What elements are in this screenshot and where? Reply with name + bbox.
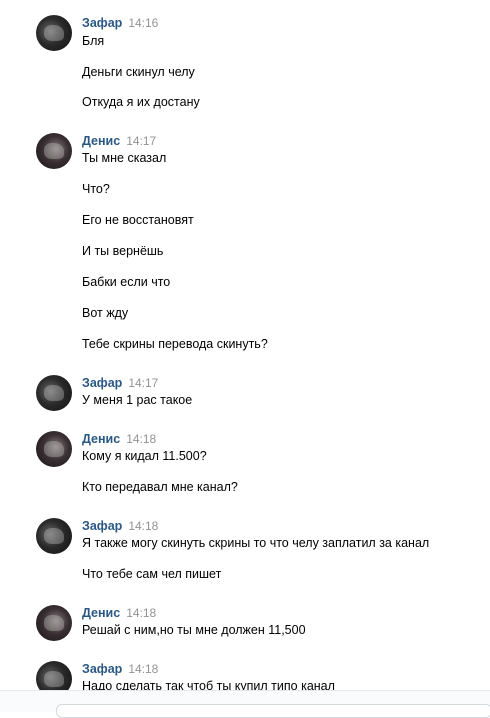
chat-history: Зафар 14:16 Бля Деньги скинул челу Откуда… (0, 0, 490, 711)
avatar[interactable] (36, 605, 72, 641)
message-text: Бабки если что (82, 275, 171, 289)
author-name[interactable]: Денис (82, 432, 120, 446)
author-name[interactable]: Денис (82, 134, 120, 148)
avatar[interactable] (36, 518, 72, 554)
avatar[interactable] (36, 431, 72, 467)
message-text: Ты мне сказал (82, 151, 167, 165)
message-time[interactable]: 14:17 (126, 134, 156, 148)
message-text: Что тебе сам чел пишет (82, 567, 222, 581)
avatar[interactable] (36, 133, 72, 169)
message-text: И ты вернёшь (82, 244, 164, 258)
message-input[interactable] (56, 704, 490, 718)
message-time[interactable]: 14:16 (128, 16, 158, 30)
message-time[interactable]: 14:18 (128, 662, 158, 676)
message-text: Я также могу скинуть скрины то что челу … (82, 536, 430, 550)
message-time[interactable]: 14:18 (126, 432, 156, 446)
message-text: Вот жду (82, 306, 129, 320)
message-text: Его не восстановят (82, 213, 194, 227)
author-name[interactable]: Зафар (82, 519, 122, 533)
message-text: Что? (82, 182, 110, 196)
message-text: Кому я кидал 11.500? (82, 449, 207, 463)
author-name[interactable]: Зафар (82, 662, 122, 676)
message-text: У меня 1 рас такое (82, 393, 193, 407)
author-name[interactable]: Денис (82, 606, 120, 620)
avatar[interactable] (36, 375, 72, 411)
message-time[interactable]: 14:17 (128, 376, 158, 390)
message-time[interactable]: 14:18 (128, 519, 158, 533)
avatar[interactable] (36, 15, 72, 51)
author-name[interactable]: Зафар (82, 376, 122, 390)
message-text: Откуда я их достану (82, 95, 200, 109)
message-text: Деньги скинул челу (82, 65, 195, 79)
author-name[interactable]: Зафар (82, 16, 122, 30)
message-time[interactable]: 14:18 (126, 606, 156, 620)
message-text: Решай с ним,но ты мне должен 11,500 (82, 623, 306, 637)
message-text: Бля (82, 34, 105, 48)
message-text: Тебе скрины перевода скинуть? (82, 337, 268, 351)
message-text: Кто передавал мне канал? (82, 480, 238, 494)
